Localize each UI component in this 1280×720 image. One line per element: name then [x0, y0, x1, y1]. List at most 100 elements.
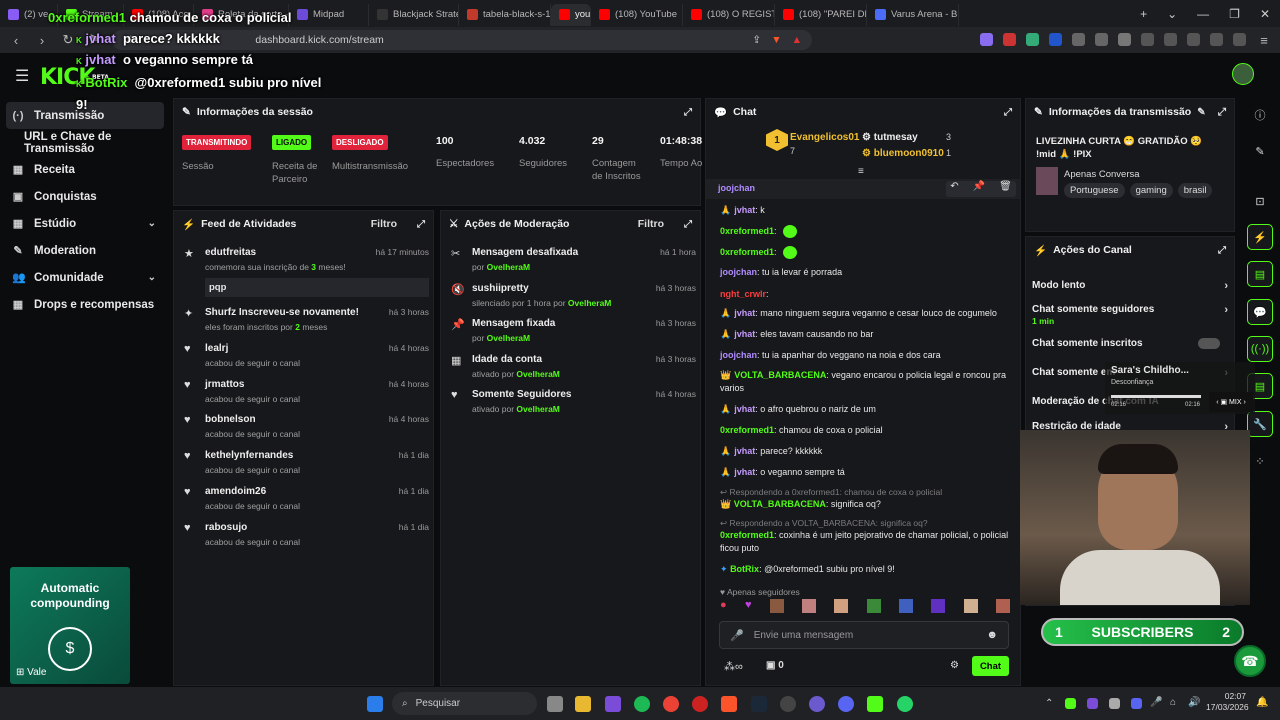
brave-rewards-icon[interactable]: ▲: [792, 34, 802, 46]
app-icon[interactable]: [809, 696, 825, 712]
menu-icon[interactable]: ≡: [1256, 33, 1272, 48]
popout-icon[interactable]: ⤢: [1218, 106, 1226, 119]
moderation-item[interactable]: ▦ Idade da conta há 3 horas ativado por Ove…: [451, 354, 696, 379]
channel-points-icon[interactable]: ⁂∞: [724, 660, 743, 673]
spotify-icon[interactable]: [634, 696, 650, 712]
chat-username[interactable]: jvhat: [734, 446, 755, 456]
chat-bubble-icon[interactable]: 💬: [1247, 299, 1273, 325]
tray-icon[interactable]: [1065, 698, 1076, 709]
tab-search-icon[interactable]: ⌄: [1157, 7, 1187, 21]
chat-username[interactable]: 0xreformed1: [720, 425, 774, 435]
support-icon[interactable]: ☎: [1234, 645, 1266, 677]
leader-third-name[interactable]: ⚙ bluemoon0910: [862, 148, 944, 159]
moderation-item[interactable]: ✂ Mensagem desafixada há 1 hora por Ovelher…: [451, 247, 696, 272]
back-button[interactable]: ‹: [8, 33, 24, 48]
windows-start-icon[interactable]: [367, 696, 383, 712]
activity-item[interactable]: ♥ bobnelson há 4 horas acabou de seguir o c…: [184, 414, 429, 439]
new-tab-button[interactable]: +: [1130, 7, 1157, 21]
extension-icon[interactable]: [1049, 32, 1062, 46]
tray-icon[interactable]: [1109, 698, 1120, 709]
activity-item[interactable]: ♥ amendoim26 há 1 dia acabou de seguir o ca…: [184, 486, 429, 511]
reply-icon[interactable]: ↶: [950, 181, 958, 197]
edit-icon[interactable]: ✎: [1247, 138, 1273, 164]
browser-tab[interactable]: Roleta da sorte – n: [194, 3, 289, 26]
moderation-item[interactable]: 🔇 sushiipretty há 3 horas silenciado por 1 …: [451, 283, 696, 308]
emote-icon[interactable]: ♥: [745, 599, 752, 617]
send-chat-button[interactable]: Chat: [972, 656, 1009, 676]
expand-leaderboard-icon[interactable]: ≡: [858, 166, 864, 177]
moderator-name[interactable]: OvelheraM: [487, 333, 530, 343]
browser-tab[interactable]: Midpad: [289, 3, 369, 26]
emote-icon[interactable]: [931, 599, 946, 613]
microphone-icon[interactable]: 🎤: [1150, 697, 1162, 708]
reload-icon[interactable]: ↻: [60, 32, 76, 48]
kick-logo[interactable]: KICK BETA: [40, 65, 109, 90]
task-view-icon[interactable]: [547, 696, 563, 712]
tray-icon[interactable]: [1087, 698, 1098, 709]
activity-item[interactable]: ♥ jrmattos há 4 horas acabou de seguir o ca…: [184, 379, 429, 404]
network-icon[interactable]: ⌂: [1170, 697, 1176, 708]
edit-button[interactable]: ✎: [1197, 107, 1205, 118]
chat-username[interactable]: 0xreformed1: [720, 226, 774, 236]
chevron-right-icon[interactable]: ›: [1224, 280, 1228, 292]
apps-icon[interactable]: ⁘: [1247, 448, 1273, 474]
extension-icon[interactable]: [1118, 32, 1131, 46]
emote-icon[interactable]: [963, 599, 978, 613]
whatsapp-icon[interactable]: [897, 696, 913, 712]
browser-tab[interactable]: Stream - ...: [58, 3, 124, 26]
category-name[interactable]: Apenas Conversa: [1064, 169, 1140, 180]
info-icon[interactable]: ⓘ: [1247, 102, 1273, 128]
chat-username[interactable]: jvhat: [734, 404, 755, 414]
music-icon[interactable]: [1141, 32, 1154, 46]
app-icon[interactable]: [780, 696, 796, 712]
chevron-down-icon[interactable]: ⌄: [148, 272, 156, 283]
emote-icon[interactable]: [769, 599, 784, 613]
popout-icon[interactable]: ⤢: [1004, 107, 1012, 118]
leader-first-name[interactable]: Evangelicos01: [790, 132, 859, 143]
site-info-icon[interactable]: ⚙: [126, 34, 135, 46]
minimize-button[interactable]: —: [1187, 7, 1219, 21]
chat-username[interactable]: jvhat: [734, 329, 755, 339]
activity-item[interactable]: ♥ lealrj há 4 horas acabou de seguir o cana…: [184, 343, 429, 368]
chat-username[interactable]: jvhat: [734, 308, 755, 318]
emoji-icon[interactable]: ☻: [986, 629, 998, 641]
activity-item[interactable]: ♥ rabosujo há 1 dia acabou de seguir o cana…: [184, 522, 429, 547]
emote-icon[interactable]: [866, 599, 881, 613]
profile-icon[interactable]: [1187, 32, 1200, 46]
share-icon[interactable]: ⇪: [752, 34, 761, 46]
kick-icon[interactable]: [867, 696, 883, 712]
steam-icon[interactable]: [751, 696, 767, 712]
filter-button[interactable]: Filtro: [638, 218, 664, 230]
sidebar-item[interactable]: ▦ Estúdio ⌄: [0, 210, 170, 237]
browser-tab[interactable]: youtube: [551, 3, 591, 26]
channel-action-item[interactable]: Chat somente seguidores 1 min ›: [1032, 304, 1228, 326]
tray-overflow-icon[interactable]: ⌃: [1045, 698, 1053, 709]
wallet-icon[interactable]: [1210, 32, 1223, 46]
broadcast-icon[interactable]: ((·)): [1247, 336, 1273, 362]
stream-tag[interactable]: Portuguese: [1064, 183, 1125, 198]
sidebar-item[interactable]: 👥 Comunidade ⌄: [0, 264, 170, 291]
close-window-button[interactable]: ✕: [1250, 7, 1280, 21]
brave-icon[interactable]: [721, 696, 737, 712]
tray-icon[interactable]: [1131, 698, 1142, 709]
volume-icon[interactable]: 🔊: [1188, 697, 1200, 708]
chat-username[interactable]: joojchan: [720, 350, 757, 360]
filter-button[interactable]: Filtro: [371, 218, 397, 230]
chat-username[interactable]: jvhat: [734, 467, 755, 477]
emote-icon[interactable]: [996, 599, 1010, 613]
document-icon[interactable]: ▤: [1247, 261, 1273, 287]
moderator-name[interactable]: OvelheraM: [516, 369, 559, 379]
vpn-icon[interactable]: [1233, 32, 1246, 46]
app-icon[interactable]: [605, 696, 621, 712]
file-explorer-icon[interactable]: [575, 696, 591, 712]
pin-icon[interactable]: 📌: [973, 181, 985, 197]
toggle-switch[interactable]: [1198, 338, 1220, 349]
extension-icon[interactable]: [1003, 32, 1016, 46]
stream-tag[interactable]: gaming: [1129, 183, 1173, 198]
popout-icon[interactable]: ⤢: [1218, 245, 1226, 256]
emote-icon[interactable]: [802, 599, 817, 613]
chat-username[interactable]: jvhat: [734, 205, 755, 215]
opera-icon[interactable]: [692, 696, 708, 712]
sidebar-item[interactable]: (·) Transmissão: [6, 102, 164, 129]
tools-icon[interactable]: 🔧: [1247, 411, 1273, 437]
